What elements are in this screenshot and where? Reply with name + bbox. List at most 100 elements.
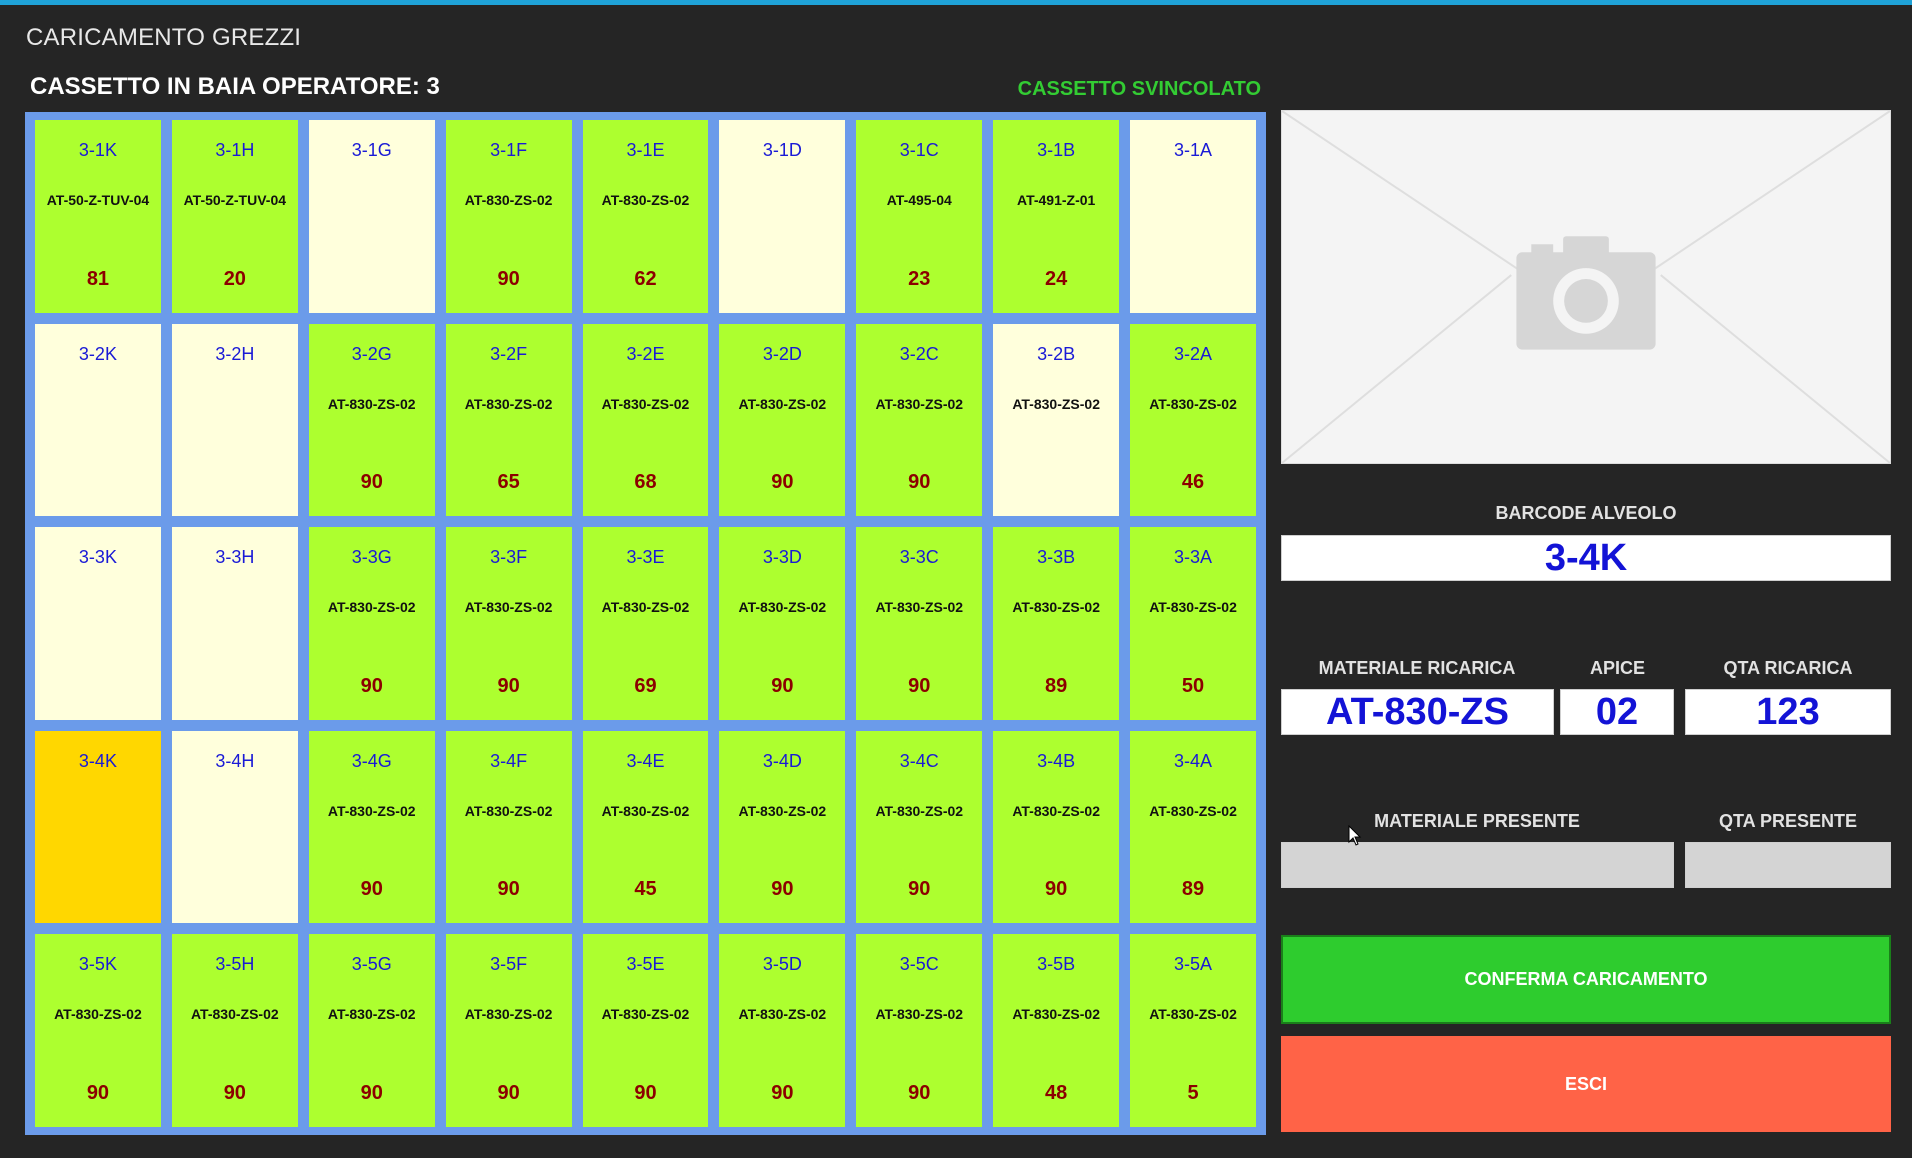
drawer-cell-3-4e[interactable]: 3-4E AT-830-ZS-02 45	[582, 730, 709, 924]
drawer-cell-3-3h[interactable]: 3-3H	[171, 527, 298, 720]
cell-material: AT-830-ZS-02	[1149, 395, 1237, 412]
cell-code: 3-3H	[215, 547, 255, 568]
drawer-cell-3-5f[interactable]: 3-5F AT-830-ZS-02 90	[445, 934, 572, 1127]
drawer-cell-3-1h[interactable]: 3-1H AT-50-Z-TUV-04 20	[171, 120, 298, 313]
cell-code: 3-4G	[351, 750, 392, 771]
drawer-cell-3-2c[interactable]: 3-2C AT-830-ZS-02 90	[856, 323, 983, 517]
cell-quantity: 81	[86, 267, 110, 290]
cell-material: AT-830-ZS-02	[601, 395, 690, 412]
cell-material: AT-830-ZS-02	[464, 192, 553, 208]
drawer-cell-3-3k[interactable]: 3-3K	[35, 527, 161, 720]
cell-code: 3-2H	[215, 343, 255, 364]
drawer-cell-3-2a[interactable]: 3-2A AT-830-ZS-02 46	[1130, 323, 1256, 517]
drawer-cell-3-1g[interactable]: 3-1G	[308, 120, 435, 313]
drawer-cell-3-3e[interactable]: 3-3E AT-830-ZS-02 69	[582, 527, 709, 720]
material-presente-field[interactable]	[1281, 842, 1674, 888]
cell-material: AT-830-ZS-02	[464, 802, 553, 819]
drawer-cell-3-4g[interactable]: 3-4G AT-830-ZS-02 90	[308, 730, 435, 924]
drawer-cell-3-3c[interactable]: 3-3C AT-830-ZS-02 90	[856, 527, 983, 720]
barcode-field[interactable]: 3-4K	[1281, 535, 1891, 581]
cell-material: AT-830-ZS-02	[875, 802, 964, 819]
cell-quantity: 90	[771, 1082, 794, 1104]
cell-quantity: 90	[360, 1082, 383, 1104]
cell-material: AT-50-Z-TUV-04	[46, 192, 150, 208]
drawer-cell-3-5h[interactable]: 3-5H AT-830-ZS-02 90	[171, 934, 298, 1127]
drawer-cell-3-2d[interactable]: 3-2D AT-830-ZS-02 90	[719, 323, 846, 517]
drawer-cell-3-3d[interactable]: 3-3D AT-830-ZS-02 90	[719, 527, 846, 720]
apice-field[interactable]: 02	[1560, 689, 1674, 735]
drawer-cell-3-3b[interactable]: 3-3B AT-830-ZS-02 89	[993, 527, 1120, 720]
drawer-cell-3-2k[interactable]: 3-2K	[35, 323, 161, 517]
drawer-cell-3-3f[interactable]: 3-3F AT-830-ZS-02 90	[445, 527, 572, 720]
drawer-cell-3-5b[interactable]: 3-5B AT-830-ZS-02 48	[993, 934, 1120, 1127]
cell-material: AT-830-ZS-02	[1149, 802, 1237, 819]
drawer-cell-3-4a[interactable]: 3-4A AT-830-ZS-02 89	[1130, 730, 1256, 924]
cell-code: 3-4E	[626, 750, 665, 771]
cell-material: AT-830-ZS-02	[738, 802, 827, 819]
cell-quantity: 90	[223, 1082, 246, 1104]
drawer-cell-3-4d[interactable]: 3-4D AT-830-ZS-02 90	[719, 730, 846, 924]
cell-quantity: 90	[908, 674, 931, 697]
cell-material: AT-830-ZS-02	[601, 1006, 690, 1023]
drawer-cell-3-5e[interactable]: 3-5E AT-830-ZS-02 90	[582, 934, 709, 1127]
drawer-cell-3-2g[interactable]: 3-2G AT-830-ZS-02 90	[308, 323, 435, 517]
cell-material: AT-830-ZS-02	[738, 599, 827, 616]
barcode-label: BARCODE ALVEOLO	[1495, 503, 1677, 523]
drawer-cell-3-2e[interactable]: 3-2E AT-830-ZS-02 68	[582, 323, 709, 517]
drawer-cell-3-2h[interactable]: 3-2H	[171, 323, 298, 517]
cell-material: AT-830-ZS-02	[738, 395, 827, 412]
cell-quantity: 90	[497, 878, 520, 901]
material-presente-label: MATERIALE PRESENTE	[1374, 811, 1580, 831]
drawer-cell-3-3g[interactable]: 3-3G AT-830-ZS-02 90	[308, 527, 435, 720]
cell-material: AT-830-ZS-02	[875, 599, 964, 616]
cell-quantity: 90	[771, 471, 794, 494]
drawer-cell-3-1a[interactable]: 3-1A	[1130, 120, 1256, 313]
cell-code: 3-3C	[899, 547, 939, 568]
drawer-cell-3-3a[interactable]: 3-3A AT-830-ZS-02 50	[1130, 527, 1256, 720]
cell-code: 3-4F	[490, 750, 528, 771]
cell-code: 3-1H	[215, 140, 255, 160]
drawer-cell-3-1e[interactable]: 3-1E AT-830-ZS-02 62	[582, 120, 709, 313]
cell-code: 3-2D	[762, 343, 802, 364]
drawer-cell-3-2b[interactable]: 3-2B AT-830-ZS-02	[993, 323, 1120, 517]
top-accent-bar	[0, 0, 1912, 5]
cell-code: 3-3B	[1037, 547, 1076, 568]
confirm-loading-button[interactable]: CONFERMA CARICAMENTO	[1281, 935, 1891, 1024]
drawer-cell-3-4f[interactable]: 3-4F AT-830-ZS-02 90	[445, 730, 572, 924]
cell-code: 3-3F	[490, 547, 528, 568]
drawer-cell-3-1k[interactable]: 3-1K AT-50-Z-TUV-04 81	[35, 120, 161, 313]
cell-material: AT-830-ZS-02	[601, 599, 690, 616]
cell-code: 3-2B	[1037, 343, 1076, 364]
cell-material: AT-830-ZS-02	[875, 1006, 964, 1023]
cell-code: 3-2C	[899, 343, 939, 364]
cell-material: AT-830-ZS-02	[875, 395, 964, 412]
drawer-cell-3-4b[interactable]: 3-4B AT-830-ZS-02 90	[993, 730, 1120, 924]
drawer-cell-3-1f[interactable]: 3-1F AT-830-ZS-02 90	[445, 120, 572, 313]
cell-quantity: 90	[360, 878, 383, 901]
drawer-cell-3-5g[interactable]: 3-5G AT-830-ZS-02 90	[308, 934, 435, 1127]
cell-quantity: 90	[908, 471, 931, 494]
cell-quantity: 65	[497, 471, 520, 494]
drawer-cell-3-1d[interactable]: 3-1D	[719, 120, 846, 313]
drawer-cell-3-4k[interactable]: 3-4K	[35, 730, 161, 924]
cell-code: 3-2G	[351, 343, 392, 364]
drawer-cell-3-1b[interactable]: 3-1B AT-491-Z-01 24	[993, 120, 1120, 313]
cell-quantity: 46	[1181, 471, 1205, 494]
drawer-cell-3-5d[interactable]: 3-5D AT-830-ZS-02 90	[719, 934, 846, 1127]
drawer-cell-3-4h[interactable]: 3-4H	[171, 730, 298, 924]
drawer-cell-3-2f[interactable]: 3-2F AT-830-ZS-02 65	[445, 323, 572, 517]
cell-quantity: 5	[1187, 1082, 1199, 1104]
drawer-cell-3-5c[interactable]: 3-5C AT-830-ZS-02 90	[856, 934, 983, 1127]
cell-code: 3-1B	[1037, 140, 1076, 160]
qta-presente-field[interactable]	[1685, 842, 1891, 888]
cell-code: 3-5C	[899, 954, 939, 975]
cell-material: AT-830-ZS-02	[1149, 1006, 1237, 1023]
cell-material: AT-50-Z-TUV-04	[183, 192, 287, 208]
drawer-cell-3-4c[interactable]: 3-4C AT-830-ZS-02 90	[856, 730, 983, 924]
exit-button[interactable]: ESCI	[1281, 1036, 1891, 1132]
drawer-cell-3-1c[interactable]: 3-1C AT-495-04 23	[856, 120, 983, 313]
drawer-cell-3-5k[interactable]: 3-5K AT-830-ZS-02 90	[35, 934, 161, 1127]
drawer-cell-3-5a[interactable]: 3-5A AT-830-ZS-02 5	[1130, 934, 1256, 1127]
material-ricarica-field[interactable]: AT-830-ZS	[1281, 689, 1554, 735]
qta-ricarica-field[interactable]: 123	[1685, 689, 1891, 735]
